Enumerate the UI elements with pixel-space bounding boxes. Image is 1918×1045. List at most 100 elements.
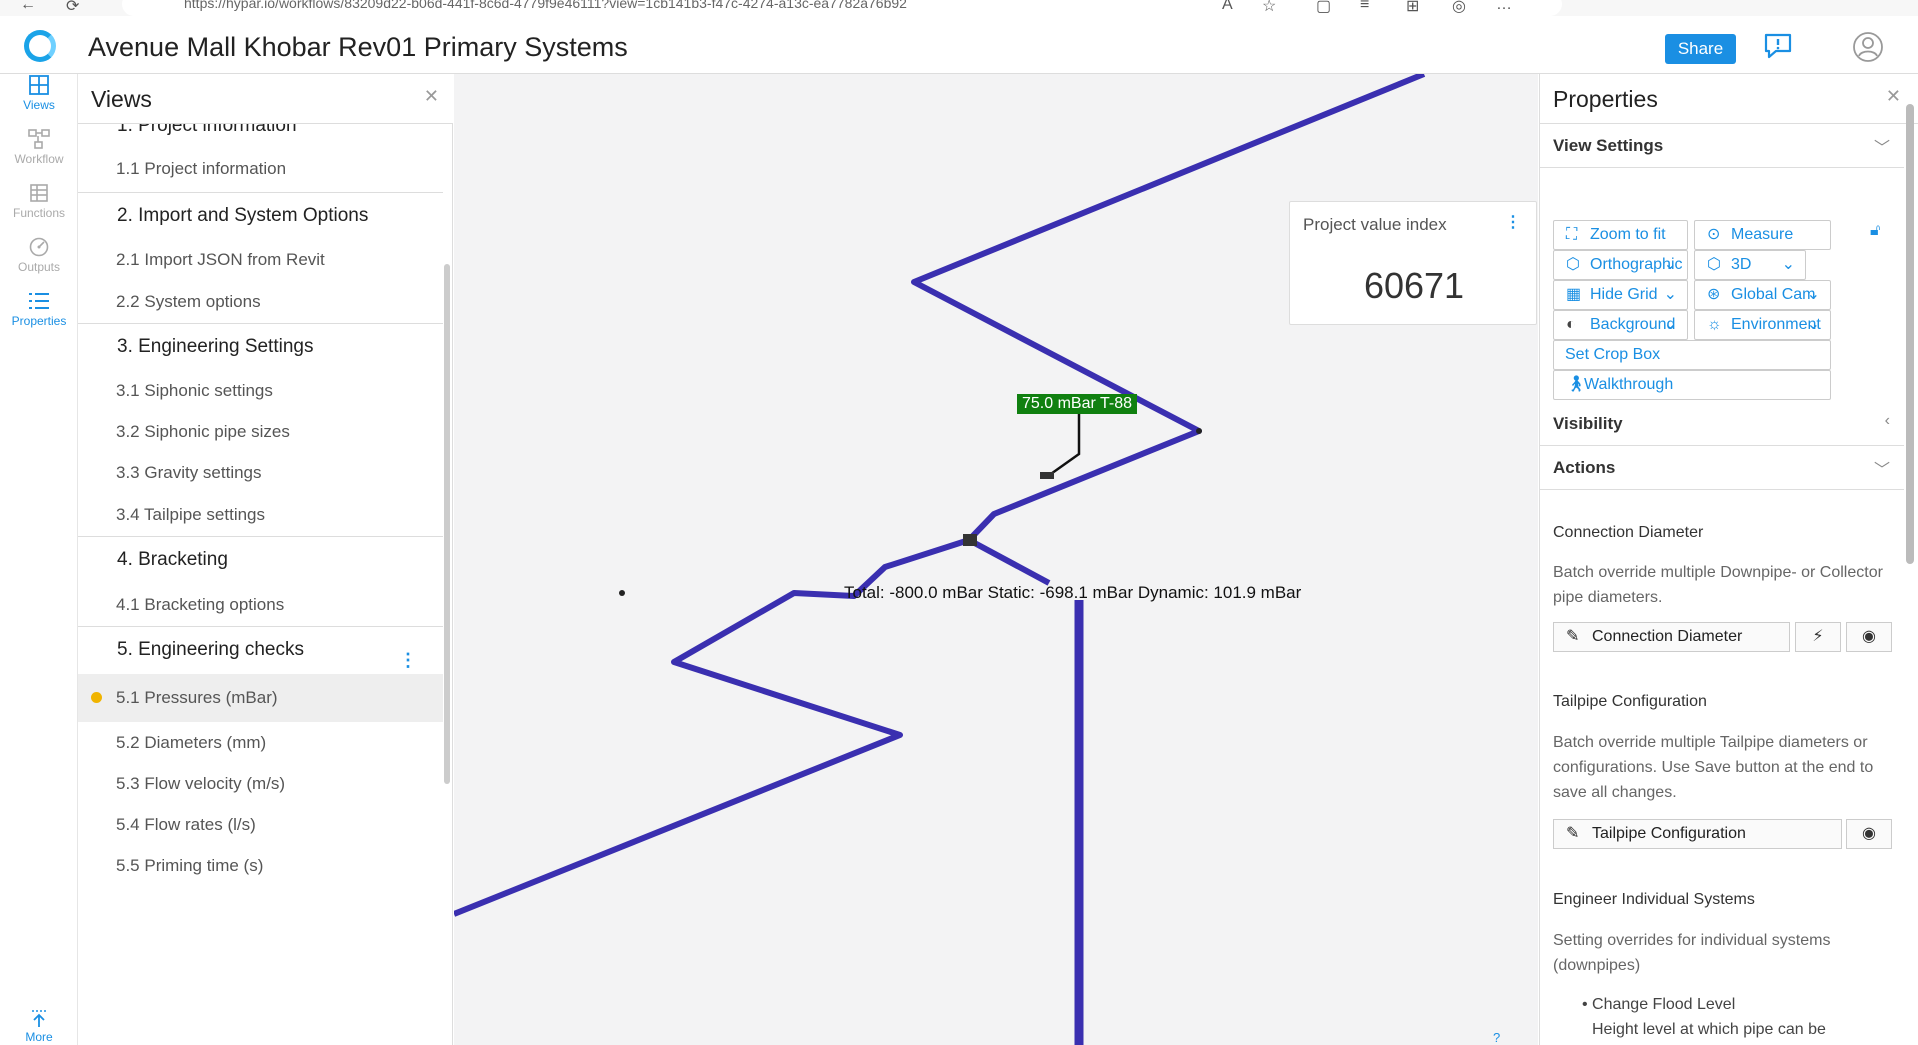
arrow-up-icon bbox=[32, 1010, 46, 1027]
kebab-menu-icon[interactable]: ⋮ bbox=[1505, 212, 1521, 232]
extensions-icon[interactable]: ◎ bbox=[1452, 0, 1466, 16]
cube-icon: ⬡ bbox=[1566, 256, 1580, 273]
view-item[interactable]: 2.1 Import JSON from Revit bbox=[78, 239, 443, 280]
view-item[interactable]: 3.4 Tailpipe settings bbox=[78, 493, 443, 536]
back-icon[interactable]: ← bbox=[20, 0, 36, 14]
rail-label: Properties bbox=[11, 314, 67, 328]
view-item[interactable]: 2.2 System options bbox=[78, 280, 443, 323]
view-section-label: 4. Bracketing bbox=[117, 549, 228, 570]
favorite-icon[interactable]: ☆ bbox=[1262, 0, 1276, 16]
button-label: Walkthrough bbox=[1584, 376, 1674, 393]
view-section-label: 5. Engineering checks bbox=[117, 639, 304, 660]
3d-dropdown[interactable]: ⬡ 3D ⌄ bbox=[1694, 250, 1806, 280]
chevron-down-icon: ⌄ bbox=[1663, 286, 1677, 303]
read-aloud-icon[interactable]: A bbox=[1222, 0, 1233, 14]
view-item[interactable]: 3.1 Siphonic settings bbox=[78, 370, 443, 411]
refresh-icon[interactable]: ⟳ bbox=[66, 0, 79, 16]
view-section[interactable]: 2. Import and System Options bbox=[78, 193, 443, 239]
project-value-index-card: Project value index ⋮ 60671 bbox=[1289, 201, 1537, 325]
environment-dropdown[interactable]: ☼ Environment ⌄ bbox=[1694, 310, 1831, 340]
user-override-button[interactable]: ◉ bbox=[1846, 622, 1892, 652]
3d-viewport[interactable]: 75.0 mBar T-88 Total: -800.0 mBar Static… bbox=[454, 74, 1538, 1045]
views-title: Views bbox=[91, 86, 152, 112]
view-item[interactable]: 5.2 Diameters (mm) bbox=[78, 722, 443, 763]
view-item[interactable]: 4.1 Bracketing options bbox=[78, 583, 443, 626]
workflow-title[interactable]: Avenue Mall Khobar Rev01 Primary Systems bbox=[88, 32, 628, 63]
button-label: Zoom to fit bbox=[1590, 226, 1666, 243]
environment-icon: ☼ bbox=[1707, 316, 1722, 333]
hypar-logo-icon[interactable] bbox=[24, 30, 56, 62]
hide-grid-dropdown[interactable]: ▦ Hide Grid ⌄ bbox=[1553, 280, 1688, 310]
list-item-subtext: Height level at which pipe can be bbox=[1592, 1021, 1826, 1038]
user-avatar-icon[interactable] bbox=[1852, 31, 1884, 63]
selected-indicator-icon bbox=[91, 692, 102, 703]
section-title: View Settings bbox=[1553, 136, 1664, 155]
grid-icon: ▦ bbox=[1566, 286, 1582, 303]
rail-item-functions[interactable]: Functions bbox=[0, 182, 78, 220]
set-crop-box-button[interactable]: Set Crop Box bbox=[1553, 340, 1831, 370]
connection-diameter-button[interactable]: ✎ Connection Diameter bbox=[1553, 622, 1790, 652]
collections-icon[interactable]: ⊞ bbox=[1406, 0, 1419, 16]
pipe-joint bbox=[619, 590, 625, 596]
section-title: Actions bbox=[1553, 458, 1616, 477]
close-icon[interactable]: ✕ bbox=[424, 86, 439, 107]
view-section[interactable]: 1. Project information bbox=[78, 124, 443, 146]
views-panel: Views ✕ 1. Project information 1.1 Proje… bbox=[78, 74, 453, 1045]
orthographic-dropdown[interactable]: ⬡ Orthographic ⌄ bbox=[1553, 250, 1688, 280]
tailpipe-configuration-button[interactable]: ✎ Tailpipe Configuration bbox=[1553, 819, 1842, 849]
more-icon[interactable]: … bbox=[1496, 0, 1512, 14]
measure-button[interactable]: ⊙ Measure bbox=[1694, 220, 1831, 250]
chevron-down-icon: ⌄ bbox=[1781, 256, 1795, 273]
properties-title: Properties bbox=[1553, 86, 1658, 112]
rail-item-properties[interactable]: Properties bbox=[0, 290, 78, 328]
unlock-icon[interactable]: 🔓︎ bbox=[1870, 222, 1880, 240]
walkthrough-button[interactable]: 🚶︎ Walkthrough bbox=[1553, 370, 1831, 400]
rail-item-outputs[interactable]: Outputs bbox=[0, 236, 78, 274]
properties-panel: Properties ✕ View Settings ﹀ ⛶ Zoom to fi… bbox=[1539, 74, 1918, 1045]
list-item-label: Change Flood Level bbox=[1592, 996, 1736, 1013]
zoom-to-fit-button[interactable]: ⛶ Zoom to fit bbox=[1553, 220, 1688, 250]
favorites-list-icon[interactable]: ≡ bbox=[1360, 0, 1369, 14]
view-section[interactable]: 4. Bracketing bbox=[78, 537, 443, 583]
actions-section[interactable]: Actions ﹀ bbox=[1540, 446, 1904, 490]
view-item-label: 5.2 Diameters (mm) bbox=[116, 733, 267, 752]
visibility-section[interactable]: Visibility ‹ bbox=[1540, 402, 1904, 446]
walk-icon: 🚶︎ bbox=[1566, 376, 1587, 393]
view-item-label: 2.1 Import JSON from Revit bbox=[116, 250, 325, 269]
help-icon[interactable]: ? bbox=[1493, 1030, 1500, 1045]
url-text: https://hypar.io/workflows/83209d22-b06d… bbox=[184, 0, 907, 11]
share-button[interactable]: Share bbox=[1665, 34, 1736, 64]
properties-scrollbar[interactable] bbox=[1906, 104, 1914, 564]
view-item[interactable]: 5.3 Flow velocity (m/s) bbox=[78, 763, 443, 804]
view-section[interactable]: 3. Engineering Settings bbox=[78, 324, 443, 370]
view-item[interactable]: 5.5 Priming time (s) bbox=[78, 845, 443, 886]
view-item[interactable]: 3.3 Gravity settings bbox=[78, 452, 443, 493]
view-section[interactable]: 5. Engineering checks ⋮ bbox=[78, 627, 443, 673]
split-screen-icon[interactable]: ▢ bbox=[1316, 0, 1331, 16]
user-override-button[interactable]: ◉ bbox=[1846, 819, 1892, 849]
feedback-icon[interactable] bbox=[1762, 32, 1794, 60]
view-item[interactable]: 3.2 Siphonic pipe sizes bbox=[78, 411, 443, 452]
rail-item-more[interactable]: More bbox=[0, 1010, 78, 1044]
rail-item-views[interactable]: Views bbox=[0, 74, 78, 112]
workflow-icon bbox=[28, 129, 50, 149]
magic-wand-button[interactable]: ⚡︎ bbox=[1795, 622, 1841, 652]
list-item[interactable]: • Change Flood Level bbox=[1582, 992, 1735, 1017]
measure-icon: ⊙ bbox=[1707, 226, 1721, 243]
view-section-label: 3. Engineering Settings bbox=[117, 336, 314, 357]
view-item-selected[interactable]: 5.1 Pressures (mBar) bbox=[78, 674, 443, 722]
views-header: Views ✕ bbox=[78, 74, 453, 124]
address-bar[interactable]: https://hypar.io/workflows/83209d22-b06d… bbox=[122, 0, 1562, 16]
view-item[interactable]: 5.4 Flow rates (l/s) bbox=[78, 804, 443, 845]
background-dropdown[interactable]: ◐ Background ⌄ bbox=[1553, 310, 1688, 340]
view-item-label: 3.2 Siphonic pipe sizes bbox=[116, 422, 290, 441]
global-cam-dropdown[interactable]: ⊛ Global Cam ⌄ bbox=[1694, 280, 1831, 310]
rail-item-workflow[interactable]: Workflow bbox=[0, 128, 78, 166]
rail-label: Functions bbox=[12, 206, 66, 220]
view-settings-section[interactable]: View Settings ﹀ bbox=[1540, 124, 1904, 168]
views-scrollbar[interactable] bbox=[444, 264, 450, 784]
pipe-pressure-label[interactable]: 75.0 mBar T-88 bbox=[1017, 394, 1137, 414]
view-item[interactable]: 1.1 Project information bbox=[78, 146, 443, 192]
pvi-title: Project value index bbox=[1303, 215, 1447, 234]
close-icon[interactable]: ✕ bbox=[1886, 86, 1901, 107]
